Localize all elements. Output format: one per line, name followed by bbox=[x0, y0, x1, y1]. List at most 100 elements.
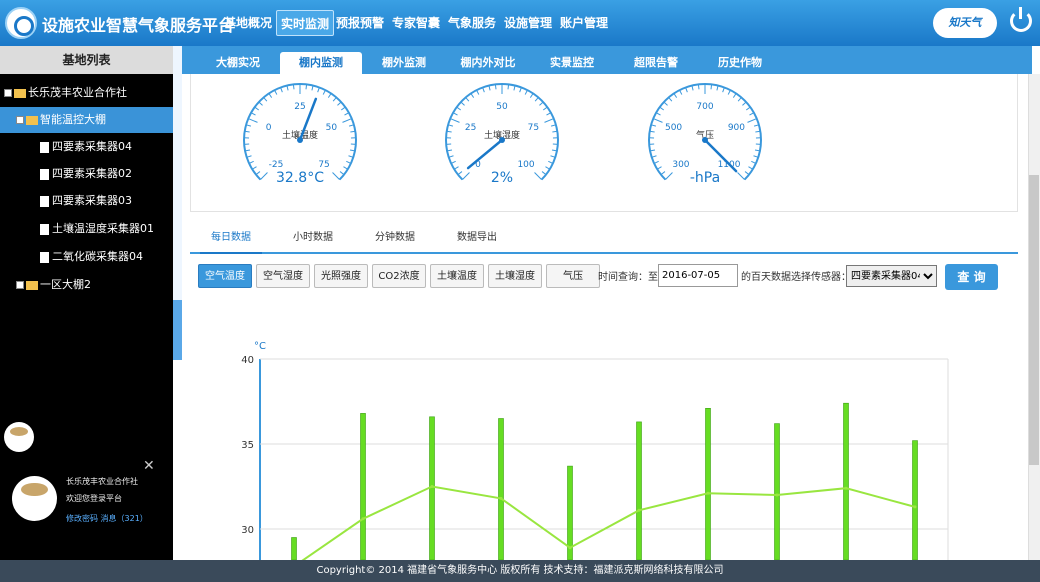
gauge-tick bbox=[452, 112, 458, 116]
bar bbox=[498, 418, 504, 560]
tab-outdoor[interactable]: 棚外监测 bbox=[368, 52, 440, 74]
app-title: 设施农业智慧气象服务平台 bbox=[42, 16, 235, 35]
btn-air-temp[interactable]: 空气温度 bbox=[198, 264, 252, 288]
sensor-select[interactable]: 四要素采集器04 bbox=[846, 265, 937, 287]
gauge-tick bbox=[470, 93, 475, 98]
btn-co2[interactable]: CO2浓度 bbox=[372, 264, 426, 288]
nav-account[interactable]: 账户管理 bbox=[556, 10, 612, 36]
gauge-tick-label: 700 bbox=[696, 102, 713, 112]
nav-realtime[interactable]: 实时监测 bbox=[276, 10, 335, 36]
gauge-tick bbox=[245, 124, 252, 127]
gauge-tick bbox=[251, 166, 257, 170]
tree-node-sensor03[interactable]: 四要素采集器03 bbox=[0, 188, 173, 214]
gauge-tick bbox=[494, 84, 497, 90]
subtab-daily[interactable]: 每日数据 bbox=[200, 222, 262, 254]
file-icon bbox=[40, 168, 49, 180]
btn-light[interactable]: 光照强度 bbox=[314, 264, 368, 288]
gauge-tick bbox=[650, 124, 657, 127]
tree-node-greenhouse[interactable]: 智能温控大棚 bbox=[0, 107, 173, 133]
gauge-tick bbox=[745, 106, 751, 111]
gauge-tick bbox=[651, 155, 657, 158]
gauge-tick bbox=[663, 101, 668, 106]
btn-air-humidity[interactable]: 空气湿度 bbox=[256, 264, 310, 288]
expand-icon[interactable] bbox=[4, 89, 12, 97]
tree-node-greenhouse2[interactable]: 一区大棚2 bbox=[0, 272, 173, 298]
avatar-small[interactable] bbox=[4, 422, 34, 452]
gauge-tick bbox=[685, 87, 688, 93]
expand-icon[interactable] bbox=[16, 281, 24, 289]
btn-soil-humidity[interactable]: 土壤湿度 bbox=[488, 264, 542, 288]
gauge-tick bbox=[539, 101, 544, 106]
gauge-tick bbox=[544, 118, 554, 123]
gauge-tick bbox=[653, 160, 659, 164]
expand-icon[interactable] bbox=[16, 116, 24, 124]
gauge-pivot bbox=[499, 137, 505, 143]
nav-facility[interactable]: 设施管理 bbox=[500, 10, 556, 36]
bar bbox=[705, 408, 711, 560]
y-tick-label: 30 bbox=[241, 525, 254, 536]
tab-crops[interactable]: 历史作物 bbox=[704, 52, 776, 74]
series-line bbox=[301, 485, 916, 560]
gauge-tick bbox=[748, 166, 754, 170]
gauge-tick bbox=[656, 166, 662, 170]
time-query-label: 时间查询：至 bbox=[598, 272, 658, 283]
date-input[interactable] bbox=[658, 264, 738, 287]
tab-camera[interactable]: 实景监控 bbox=[536, 52, 608, 74]
tree-label: 长乐茂丰农业合作社 bbox=[28, 86, 127, 99]
scrollbar-thumb[interactable] bbox=[1029, 175, 1039, 465]
tab-compare[interactable]: 棚内外对比 bbox=[446, 52, 530, 74]
nav-expert[interactable]: 专家智囊 bbox=[388, 10, 444, 36]
gauge-tick bbox=[327, 93, 332, 98]
tree-label: 四要素采集器04 bbox=[52, 140, 132, 153]
gauge-value-soil-temp: 32.8°C bbox=[276, 170, 324, 186]
tab-alarm[interactable]: 超限告警 bbox=[620, 52, 692, 74]
subtab-hourly[interactable]: 小时数据 bbox=[282, 222, 344, 254]
tree-node-coop[interactable]: 长乐茂丰农业合作社 bbox=[0, 80, 173, 106]
gauge-tick bbox=[340, 106, 346, 111]
btn-pressure[interactable]: 气压 bbox=[546, 264, 600, 288]
bar bbox=[843, 402, 849, 560]
gauge-tick bbox=[727, 89, 731, 95]
power-icon[interactable] bbox=[1010, 7, 1032, 32]
gauge-tick bbox=[751, 160, 757, 164]
gauge-tick bbox=[348, 155, 354, 158]
gauge-tick-label: 100 bbox=[517, 160, 534, 170]
tab-indoor[interactable]: 棚内监测 bbox=[280, 52, 362, 74]
gauge-tick bbox=[450, 160, 456, 164]
file-icon bbox=[40, 141, 49, 153]
query-button[interactable]: 查 询 bbox=[945, 264, 998, 290]
nav-forecast[interactable]: 预报预警 bbox=[332, 10, 388, 36]
tree-node-soil01[interactable]: 土壤温湿度采集器01 bbox=[0, 216, 173, 242]
nav-jidi[interactable]: 基地概况 bbox=[220, 10, 276, 36]
subtab-export[interactable]: 数据导出 bbox=[446, 222, 508, 254]
tree-label: 二氧化碳采集器04 bbox=[52, 250, 143, 263]
tree-label: 四要素采集器02 bbox=[52, 167, 132, 180]
tab-overview[interactable]: 大棚实况 bbox=[202, 52, 274, 74]
top-bar: 设施农业智慧气象服务平台 基地概况 实时监测 预报预警 专家智囊 气象服务 设施… bbox=[0, 0, 1040, 46]
gauge-tick-label: -25 bbox=[269, 160, 284, 170]
collapse-handle[interactable] bbox=[173, 300, 182, 360]
gauge-tick bbox=[263, 97, 268, 102]
tree-node-sensor04[interactable]: 四要素采集器04 bbox=[0, 134, 173, 160]
tree-node-sensor02[interactable]: 四要素采集器02 bbox=[0, 161, 173, 187]
tree-node-co2[interactable]: 二氧化碳采集器04 bbox=[0, 244, 173, 270]
gauge-tick-label: 0 bbox=[266, 123, 272, 133]
close-icon[interactable]: ✕ bbox=[143, 458, 155, 474]
file-icon bbox=[40, 223, 49, 235]
nav-weather[interactable]: 气象服务 bbox=[444, 10, 500, 36]
btn-soil-temp[interactable]: 土壤温度 bbox=[430, 264, 484, 288]
gauge-value-soil-humidity: 2% bbox=[490, 170, 514, 186]
gauge-tick bbox=[342, 118, 352, 123]
bar bbox=[774, 423, 780, 560]
gauge-tick bbox=[322, 89, 326, 95]
bar bbox=[912, 440, 918, 560]
file-icon bbox=[40, 251, 49, 263]
gauge-tick bbox=[668, 97, 673, 102]
subtab-minute[interactable]: 分钟数据 bbox=[364, 222, 426, 254]
gauge-tick bbox=[292, 84, 295, 90]
gauge-tick bbox=[753, 155, 759, 158]
user-links[interactable]: 修改密码 消息（321） bbox=[66, 513, 148, 524]
series-point bbox=[775, 493, 779, 497]
gauge-tick bbox=[519, 87, 522, 93]
folder-icon bbox=[14, 88, 26, 98]
